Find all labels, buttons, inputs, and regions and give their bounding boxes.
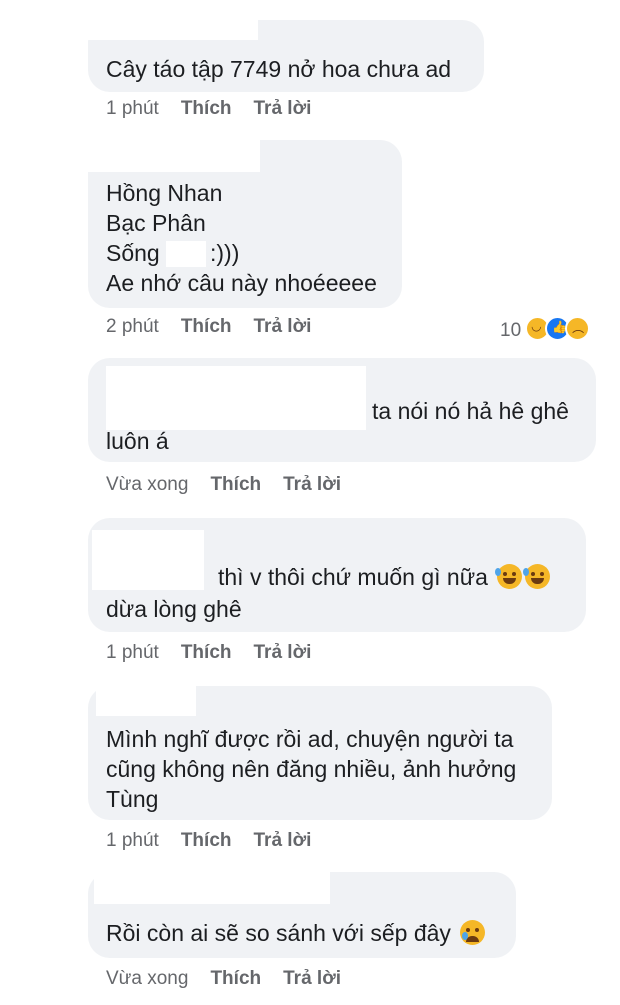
reply-button[interactable]: Trả lời bbox=[254, 642, 312, 663]
redacted-name bbox=[92, 530, 204, 590]
comment-meta: 1 phút Thích Trả lời bbox=[106, 98, 311, 120]
reply-button[interactable]: Trả lời bbox=[254, 98, 312, 119]
redacted-name bbox=[88, 20, 258, 40]
reply-button[interactable]: Trả lời bbox=[254, 830, 312, 851]
comment-text-line: cũng không nên đăng nhiều, ảnh hưởng bbox=[106, 756, 517, 782]
comment-text-line: Tùng bbox=[106, 786, 159, 812]
redacted-text bbox=[166, 241, 206, 267]
redacted-name bbox=[106, 366, 366, 430]
comment-meta: 1 phút Thích Trả lời bbox=[106, 642, 311, 664]
comment-text: Rồi còn ai sẽ so sánh với sếp đây bbox=[106, 920, 451, 946]
comment-time: 1 phút bbox=[106, 830, 159, 851]
reply-button[interactable]: Trả lời bbox=[254, 316, 312, 337]
reaction-summary[interactable]: 10 ◡ 👍 ︵ bbox=[500, 316, 591, 342]
comment-time: Vừa xong bbox=[106, 474, 189, 495]
comment-text-line: ta nói nó hả hê ghê bbox=[372, 398, 569, 424]
rofl-icon bbox=[495, 564, 523, 589]
comment-text-line: dừa lòng ghê bbox=[106, 596, 242, 622]
reply-button[interactable]: Trả lời bbox=[283, 474, 341, 495]
comment-text-line: :))) bbox=[210, 240, 240, 266]
redacted-name bbox=[88, 140, 260, 172]
reply-button[interactable]: Trả lời bbox=[283, 968, 341, 989]
comment-meta: Vừa xong Thích Trả lời bbox=[106, 474, 341, 496]
sad-icon: ︵ bbox=[565, 316, 591, 341]
comment-text-line: luôn á bbox=[106, 428, 169, 454]
comment-text: Cây táo tập 7749 nở hoa chưa ad bbox=[106, 56, 452, 82]
comment-text: thì v thôi chứ muốn gì nữa bbox=[218, 564, 488, 590]
comment-text-line: Sống bbox=[106, 240, 160, 266]
comment-text-line: Bạc Phân bbox=[106, 210, 206, 236]
comment-meta: Vừa xong Thích Trả lời bbox=[106, 968, 341, 990]
comment-text-line: thì v thôi chứ muốn gì nữa bbox=[218, 562, 551, 592]
like-button[interactable]: Thích bbox=[181, 642, 232, 663]
comment-time: Vừa xong bbox=[106, 968, 189, 989]
comment-time: 1 phút bbox=[106, 98, 159, 119]
comment-text-line: Mình nghĩ được rồi ad, chuyện người ta bbox=[106, 726, 514, 752]
redacted-name bbox=[96, 686, 196, 716]
reaction-count: 10 bbox=[500, 320, 522, 341]
redacted-name bbox=[94, 872, 330, 904]
like-button[interactable]: Thích bbox=[210, 474, 261, 495]
like-button[interactable]: Thích bbox=[210, 968, 261, 989]
comment-text-line: Hồng Nhan bbox=[106, 180, 223, 206]
like-button[interactable]: Thích bbox=[181, 316, 232, 337]
comment-time: 1 phút bbox=[106, 642, 159, 663]
comment-text-line: Rồi còn ai sẽ so sánh với sếp đây bbox=[106, 918, 486, 948]
comment-text-line: Ae nhớ câu này nhoéeeee bbox=[106, 270, 377, 296]
comment-meta: 1 phút Thích Trả lời bbox=[106, 830, 311, 852]
crying-face-icon bbox=[460, 920, 486, 945]
like-button[interactable]: Thích bbox=[181, 830, 232, 851]
comment-meta: 2 phút Thích Trả lời bbox=[106, 316, 311, 338]
rofl-icon bbox=[523, 564, 551, 589]
comment-time: 2 phút bbox=[106, 316, 159, 337]
like-button[interactable]: Thích bbox=[181, 98, 232, 119]
